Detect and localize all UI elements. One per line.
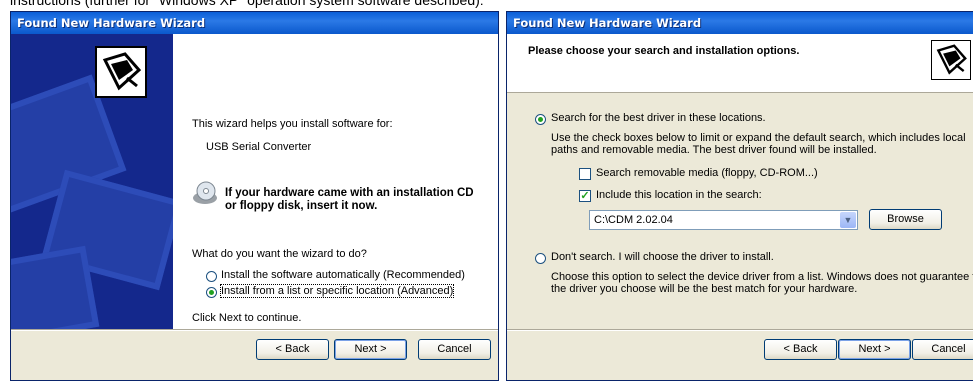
wizard-side-panel — [11, 34, 173, 329]
location-value: C:\CDM 2.02.04 — [594, 214, 673, 226]
hardware-wizard-logo-icon — [95, 46, 147, 98]
checkbox-removable-media[interactable] — [579, 168, 591, 180]
window-title: Found New Hardware Wizard — [507, 12, 973, 34]
footer-divider — [11, 329, 498, 331]
radio-install-auto[interactable] — [206, 271, 217, 282]
cancel-button[interactable]: Cancel — [912, 339, 973, 360]
search-description-line1: Use the check boxes below to limit or ex… — [551, 132, 966, 144]
checkbox-removable-media-label[interactable]: Search removable media (floppy, CD-ROM..… — [596, 167, 818, 179]
footer-divider — [507, 329, 973, 331]
caption-text: instructions (further for "Windows XP" o… — [10, 0, 484, 8]
radio-search-best[interactable] — [535, 114, 546, 125]
dropdown-arrow-icon[interactable]: ▼ — [840, 212, 856, 228]
next-button[interactable]: Next > — [838, 339, 911, 360]
option-install-list-label[interactable]: Install from a list or specific location… — [219, 284, 455, 298]
radio-install-list[interactable] — [206, 287, 217, 298]
checkbox-include-location[interactable]: ✓ — [579, 190, 591, 202]
window-title: Found New Hardware Wizard — [11, 12, 498, 34]
cd-prompt-line1: If your hardware came with an installati… — [225, 187, 474, 199]
question-text: What do you want the wizard to do? — [192, 248, 367, 260]
option-dont-search-label[interactable]: Don't search. I will choose the driver t… — [551, 251, 774, 263]
back-button[interactable]: < Back — [764, 339, 837, 360]
wizard-header: Please choose your search and installati… — [507, 34, 973, 93]
wizard-window-search-options: Found New Hardware Wizard Please choose … — [506, 11, 973, 381]
wizard-window-welcome: Found New Hardware Wizard This wizard he… — [10, 11, 499, 381]
device-name: USB Serial Converter — [206, 141, 312, 153]
option-search-best-label[interactable]: Search for the best driver in these loca… — [551, 112, 766, 124]
wizard-content: This wizard helps you install software f… — [173, 34, 498, 329]
radio-dont-search[interactable] — [535, 253, 546, 264]
option-install-auto-label[interactable]: Install the software automatically (Reco… — [221, 269, 465, 281]
continue-text: Click Next to continue. — [192, 312, 302, 324]
cd-prompt-line2: or floppy disk, insert it now. — [225, 200, 378, 212]
cd-icon — [192, 181, 218, 207]
browse-button[interactable]: Browse — [869, 209, 942, 230]
back-button[interactable]: < Back — [256, 339, 329, 360]
cancel-button[interactable]: Cancel — [418, 339, 491, 360]
checkbox-include-location-label[interactable]: Include this location in the search: — [596, 189, 762, 201]
dont-search-description-line2: the driver you choose will be the best m… — [551, 283, 858, 295]
location-combobox[interactable]: C:\CDM 2.02.04 ▼ — [589, 210, 858, 230]
dont-search-description-line1: Choose this option to select the device … — [551, 271, 973, 283]
hardware-wizard-logo-icon — [931, 40, 971, 80]
search-description-line2: paths and removable media. The best driv… — [551, 144, 877, 156]
header-text: Please choose your search and installati… — [528, 45, 800, 57]
intro-text: This wizard helps you install software f… — [192, 118, 393, 130]
next-button[interactable]: Next > — [334, 339, 407, 360]
